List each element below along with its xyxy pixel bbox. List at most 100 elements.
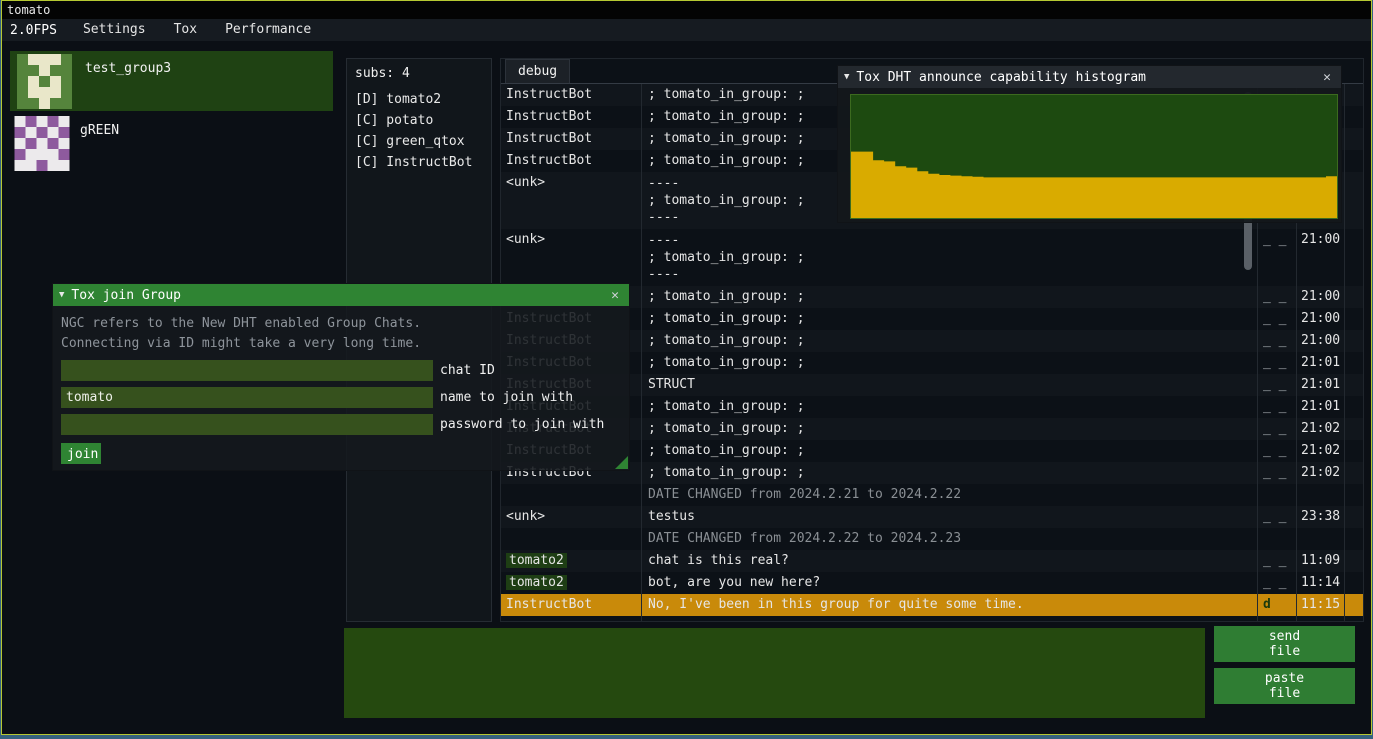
dht-histogram-plot[interactable] — [850, 94, 1338, 219]
chat-message-row[interactable]: <unk>----; tomato_in_group: ;----_ _21:0… — [501, 229, 1363, 286]
send-file-button[interactable]: send file — [1214, 626, 1355, 662]
app-window: tomato 2.0FPS SettingsToxPerformance tes… — [1, 0, 1372, 735]
message-author: tomato2 — [501, 550, 641, 572]
chat-message-row[interactable]: InstructBot; tomato_in_group: ;_ _21:01 — [501, 396, 1363, 418]
chat-message-row[interactable]: InstructBot; tomato_in_group: ;_ _21:02 — [501, 440, 1363, 462]
group-avatar — [14, 54, 75, 109]
chat-message-row[interactable]: InstructBot; tomato_in_group: ;_ _21:00 — [501, 286, 1363, 308]
message-timestamp: 11:14 — [1296, 572, 1344, 594]
chat-message-row[interactable]: <unk>testus_ _23:38 — [501, 506, 1363, 528]
send-file-button-line2: file — [1269, 644, 1300, 659]
message-timestamp: 11:15 — [1296, 594, 1344, 616]
chat-message-row[interactable]: InstructBotSTRUCT_ _21:01 — [501, 374, 1363, 396]
message-author: InstructBot — [501, 106, 641, 128]
join-button[interactable]: join — [61, 443, 101, 464]
group-name: gREEN — [80, 123, 119, 138]
message-text: ; tomato_in_group: ; — [641, 286, 1257, 308]
close-icon[interactable]: ✕ — [607, 288, 623, 303]
message-input[interactable] — [344, 628, 1205, 718]
close-icon[interactable]: ✕ — [1319, 70, 1335, 85]
message-status-flags: _ _ — [1257, 330, 1296, 352]
join-description-line1: NGC refers to the New DHT enabled Group … — [61, 314, 621, 334]
message-status-flags: d — [1257, 594, 1296, 616]
chat-message-row[interactable]: InstructBot; tomato_in_group: ;_ _21:01 — [501, 352, 1363, 374]
message-text: No, I've been in this group for quite so… — [641, 594, 1257, 616]
message-timestamp — [1296, 528, 1344, 550]
paste-file-button[interactable]: paste file — [1214, 668, 1355, 704]
date-separator-text: DATE CHANGED from 2024.2.22 to 2024.2.23 — [641, 528, 1257, 550]
member-list-item[interactable]: [D] tomato2 — [347, 89, 491, 110]
message-status-flags: _ _ — [1257, 550, 1296, 572]
chat-message-row[interactable]: tomato2chat is this real?_ _11:09 — [501, 550, 1363, 572]
chat-message-row[interactable]: InstructBot; tomato_in_group: ;_ _21:02 — [501, 418, 1363, 440]
message-status-flags: _ _ — [1257, 308, 1296, 330]
message-status-flags: _ _ — [1257, 418, 1296, 440]
column-divider — [1344, 84, 1345, 621]
message-text: ; tomato_in_group: ; — [641, 352, 1257, 374]
message-author: <unk> — [501, 172, 641, 229]
menu-item-settings[interactable]: Settings — [69, 19, 160, 41]
members-list: [D] tomato2[C] potato[C] green_qtox[C] I… — [347, 89, 491, 173]
menu-item-performance[interactable]: Performance — [211, 19, 325, 41]
collapse-icon[interactable]: ▼ — [59, 290, 64, 300]
chat-id-input[interactable] — [61, 360, 433, 381]
histogram-area — [851, 152, 1337, 218]
message-timestamp: 21:02 — [1296, 462, 1344, 484]
join-password-label: password to join with — [440, 417, 604, 432]
member-list-item[interactable]: [C] green_qtox — [347, 131, 491, 152]
date-separator-row[interactable]: DATE CHANGED from 2024.2.22 to 2024.2.23 — [501, 528, 1363, 550]
members-count-header: subs: 4 — [347, 59, 491, 89]
join-password-input[interactable] — [61, 414, 433, 435]
window-title-bar: tomato — [2, 1, 1371, 19]
message-timestamp: 11:09 — [1296, 550, 1344, 572]
chat-message-row[interactable]: InstructBotNo, I've been in this group f… — [501, 594, 1363, 616]
collapse-icon[interactable]: ▼ — [844, 72, 849, 82]
join-group-window-body: NGC refers to the New DHT enabled Group … — [53, 306, 629, 464]
author-highlight: tomato2 — [506, 575, 567, 590]
member-list-item[interactable]: [C] potato — [347, 110, 491, 131]
message-text: ; tomato_in_group: ; — [641, 308, 1257, 330]
date-separator-text: DATE CHANGED from 2024.2.21 to 2024.2.22 — [641, 484, 1257, 506]
join-name-input[interactable] — [61, 387, 433, 408]
message-timestamp: 21:01 — [1296, 352, 1344, 374]
message-timestamp — [1296, 484, 1344, 506]
tab-debug[interactable]: debug — [505, 59, 570, 84]
dht-histogram-window-titlebar[interactable]: ▼ Tox DHT announce capability histogram … — [838, 66, 1341, 88]
message-timestamp: 21:02 — [1296, 440, 1344, 462]
message-status-flags: _ _ — [1257, 462, 1296, 484]
message-status-flags: _ _ — [1257, 440, 1296, 462]
chat-message-row[interactable]: InstructBot; tomato_in_group: ;_ _21:02 — [501, 462, 1363, 484]
message-timestamp: 21:01 — [1296, 374, 1344, 396]
message-timestamp: 23:38 — [1296, 506, 1344, 528]
group-list-item-test_group3[interactable]: test_group3 — [10, 51, 333, 111]
fps-counter: 2.0FPS — [2, 23, 69, 38]
message-status-flags: _ _ — [1257, 572, 1296, 594]
date-separator-row[interactable]: DATE CHANGED from 2024.2.21 to 2024.2.22 — [501, 484, 1363, 506]
group-name: test_group3 — [85, 61, 171, 76]
message-text: ; tomato_in_group: ; — [641, 440, 1257, 462]
chat-message-row[interactable]: tomato2 bot, are you new here?_ _11:14 — [501, 572, 1363, 594]
message-author — [501, 528, 641, 550]
member-list-item[interactable]: [C] InstructBot — [347, 152, 491, 173]
message-text: testus — [641, 506, 1257, 528]
window-title: tomato — [7, 3, 50, 17]
message-timestamp: 21:00 — [1296, 308, 1344, 330]
send-file-button-line1: send — [1269, 629, 1300, 644]
resize-grip[interactable] — [615, 456, 628, 469]
message-author — [501, 484, 641, 506]
message-text: ; tomato_in_group: ; — [641, 418, 1257, 440]
message-text: bot, are you new here? — [641, 572, 1257, 594]
message-author: tomato2 — [501, 572, 641, 594]
menu-item-tox[interactable]: Tox — [160, 19, 211, 41]
chat-message-row[interactable]: InstructBot; tomato_in_group: ;_ _21:00 — [501, 308, 1363, 330]
chat-message-row[interactable]: InstructBot; tomato_in_group: ;_ _21:00 — [501, 330, 1363, 352]
message-timestamp: 21:02 — [1296, 418, 1344, 440]
dht-histogram-window: ▼ Tox DHT announce capability histogram … — [837, 65, 1342, 223]
join-group-window-titlebar[interactable]: ▼ Tox join Group ✕ — [53, 284, 629, 306]
chat-id-label: chat ID — [440, 363, 495, 378]
message-text: STRUCT — [641, 374, 1257, 396]
message-timestamp: 21:00 — [1296, 330, 1344, 352]
group-list-item-green[interactable]: gREEN — [10, 113, 333, 173]
message-author: InstructBot — [501, 128, 641, 150]
message-text: ; tomato_in_group: ; — [641, 462, 1257, 484]
